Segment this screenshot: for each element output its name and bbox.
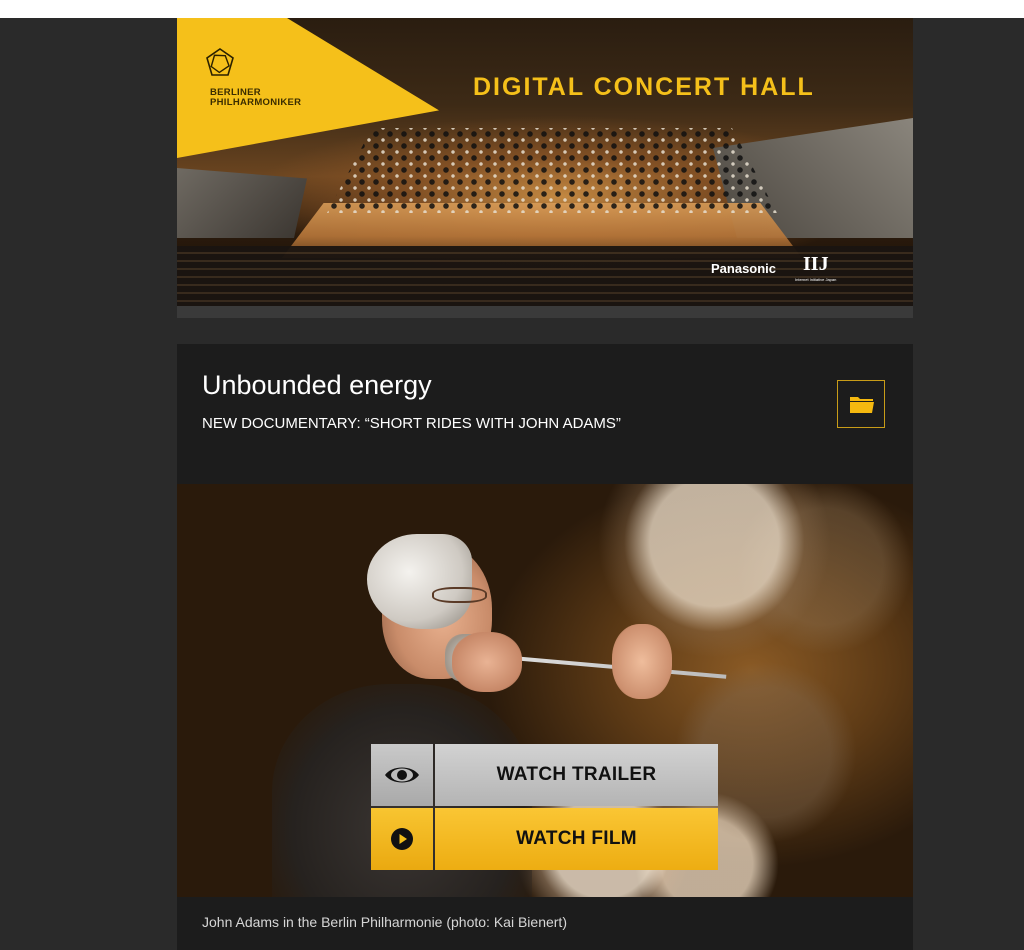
film-icon-box <box>371 808 433 870</box>
banner-bottom-strip <box>177 306 913 318</box>
eye-icon <box>385 767 419 783</box>
content-column: BERLINER PHILHARMONIKER DIGITAL CONCERT … <box>177 18 913 950</box>
featured-card: Unbounded energy NEW DOCUMENTARY: “SHORT… <box>177 344 913 950</box>
play-icon <box>391 828 413 850</box>
conductor-glasses <box>432 587 487 603</box>
logo-line-2: PHILHARMONIKER <box>210 97 302 108</box>
watch-film-button[interactable]: WATCH FILM <box>371 808 718 870</box>
sponsor-panasonic: Panasonic <box>711 261 777 276</box>
orchestra <box>327 128 777 213</box>
card-title: Unbounded energy <box>202 370 432 400</box>
folder-button[interactable] <box>837 380 885 428</box>
conductor-hand-right <box>612 624 672 699</box>
watch-trailer-button[interactable]: WATCH TRAILER <box>371 744 718 806</box>
philharmoniker-logo-icon <box>206 48 234 76</box>
page-background: BERLINER PHILHARMONIKER DIGITAL CONCERT … <box>0 18 1024 950</box>
digital-concert-hall-banner[interactable]: BERLINER PHILHARMONIKER DIGITAL CONCERT … <box>177 18 913 306</box>
conductor-hand-left <box>452 632 522 692</box>
conductor-hair <box>367 534 472 629</box>
watch-trailer-label: WATCH TRAILER <box>435 744 718 806</box>
cta-group: WATCH TRAILER WATCH FILM <box>371 744 718 870</box>
card-subtitle: NEW DOCUMENTARY: “SHORT RIDES WITH JOHN … <box>202 415 621 432</box>
photo-caption: John Adams in the Berlin Philharmonie (p… <box>202 914 567 930</box>
folder-icon <box>850 397 874 413</box>
balcony-left <box>177 168 307 238</box>
sponsor-iij: IIJ <box>803 253 829 275</box>
philharmoniker-logo-text: BERLINER PHILHARMONIKER <box>210 88 301 108</box>
banner-title: DIGITAL CONCERT HALL <box>473 73 815 101</box>
trailer-icon-box <box>371 744 433 806</box>
john-adams-photo: WATCH TRAILER WATCH FILM <box>177 484 913 897</box>
sponsor-iij-subtitle: Internet Initiative Japan <box>795 277 837 282</box>
watch-film-label: WATCH FILM <box>435 808 718 870</box>
